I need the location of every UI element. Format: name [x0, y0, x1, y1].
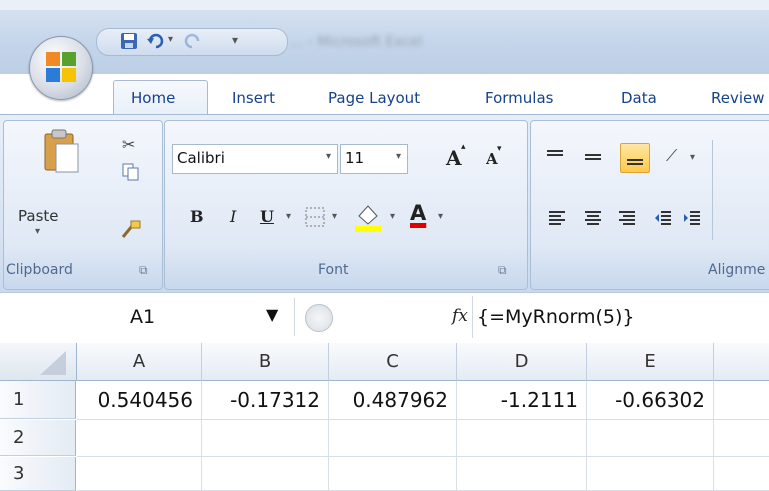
align-bottom-button[interactable]: [620, 143, 650, 173]
window-title: ... - Microsoft Excel: [290, 34, 423, 50]
cell-e3[interactable]: [587, 457, 714, 491]
cell-a3[interactable]: [77, 457, 202, 491]
font-name-dropdown-icon[interactable]: ▾: [326, 151, 331, 162]
underline-dropdown-icon[interactable]: ▾: [286, 211, 291, 222]
name-box-value: A1: [130, 306, 156, 328]
cell-f3[interactable]: [714, 457, 769, 491]
font-name-value: Calibri: [177, 149, 225, 167]
save-icon[interactable]: [120, 32, 138, 50]
undo-icon[interactable]: [146, 32, 166, 50]
font-launcher-icon[interactable]: ⧉: [498, 263, 507, 278]
tab-data[interactable]: Data: [621, 89, 657, 107]
tab-home[interactable]: Home: [131, 89, 175, 107]
font-size-value: 11: [345, 149, 365, 167]
bold-button[interactable]: B: [190, 207, 204, 226]
column-header-c[interactable]: C: [329, 343, 457, 381]
cell-e1[interactable]: -0.66302: [587, 381, 714, 420]
font-group-label: Font: [318, 262, 349, 278]
underline-button[interactable]: U: [260, 207, 274, 226]
decrease-indent-icon[interactable]: [653, 209, 673, 227]
cell-f1[interactable]: [714, 381, 769, 420]
borders-icon[interactable]: [304, 206, 326, 228]
cell-a2[interactable]: [77, 420, 202, 457]
clipboard-launcher-icon[interactable]: ⧉: [139, 263, 148, 278]
tab-page-layout[interactable]: Page Layout: [328, 89, 420, 107]
cell-b1[interactable]: -0.17312: [202, 381, 329, 420]
fill-color-icon[interactable]: [353, 200, 383, 234]
formula-input[interactable]: {=MyRnorm(5)}: [477, 306, 635, 328]
cell-b2[interactable]: [202, 420, 329, 457]
cell-d2[interactable]: [457, 420, 587, 457]
cell-b3[interactable]: [202, 457, 329, 491]
font-size-field[interactable]: 11 ▾: [340, 144, 408, 174]
alignment-group-label: Alignme: [708, 262, 766, 278]
cell-d3[interactable]: [457, 457, 587, 491]
column-header-f[interactable]: [714, 343, 769, 381]
orientation-dropdown-icon[interactable]: ▾: [690, 152, 695, 163]
row-header-2[interactable]: 2: [0, 420, 76, 456]
format-painter-icon[interactable]: [120, 218, 142, 240]
align-bottom-icon: [627, 159, 643, 165]
column-header-a[interactable]: A: [77, 343, 202, 381]
formula-bar-divider: [472, 296, 473, 338]
align-right-icon[interactable]: [617, 209, 637, 227]
font-color-button[interactable]: A: [410, 201, 426, 225]
borders-dropdown-icon[interactable]: ▾: [332, 211, 337, 222]
tab-insert[interactable]: Insert: [232, 89, 275, 107]
name-box-dropdown-icon[interactable]: ▼: [266, 305, 278, 324]
orientation-icon[interactable]: ⟋: [666, 146, 677, 166]
paste-icon[interactable]: [42, 128, 82, 174]
formula-bar-grip[interactable]: [305, 304, 333, 332]
align-center-icon[interactable]: [583, 209, 603, 227]
italic-button[interactable]: I: [230, 207, 236, 226]
insert-function-button[interactable]: fx: [452, 306, 468, 326]
clipboard-group-label: Clipboard: [6, 262, 73, 278]
window-top-strip: [0, 0, 769, 10]
increase-indent-icon[interactable]: [682, 209, 702, 227]
tab-review[interactable]: Review: [711, 89, 765, 107]
font-size-dropdown-icon[interactable]: ▾: [396, 151, 401, 162]
cell-c3[interactable]: [329, 457, 457, 491]
office-logo-icon: [46, 52, 76, 82]
column-header-b[interactable]: B: [202, 343, 329, 381]
font-name-field[interactable]: Calibri ▾: [172, 144, 338, 174]
cut-icon[interactable]: ✂: [122, 135, 135, 154]
column-header-d[interactable]: D: [457, 343, 587, 381]
customize-qat-icon[interactable]: ▾: [232, 33, 238, 47]
grow-font-arrow-icon: ▴: [461, 142, 466, 152]
cell-f2[interactable]: [714, 420, 769, 457]
tab-formulas[interactable]: Formulas: [485, 89, 553, 107]
row-header-1[interactable]: 1: [0, 381, 76, 419]
undo-dropdown-icon[interactable]: ▾: [168, 34, 173, 45]
row-header-3[interactable]: 3: [0, 457, 76, 491]
alignment-separator: [712, 140, 713, 240]
name-box[interactable]: A1 ▼: [2, 298, 295, 336]
shrink-font-button[interactable]: A: [486, 150, 498, 168]
align-top-icon[interactable]: [545, 148, 565, 166]
cell-d1[interactable]: -1.2111: [457, 381, 587, 420]
align-middle-icon[interactable]: [583, 148, 603, 166]
redo-icon[interactable]: [182, 32, 202, 50]
align-left-icon[interactable]: [547, 209, 567, 227]
cell-c1[interactable]: 0.487962: [329, 381, 457, 420]
cell-c2[interactable]: [329, 420, 457, 457]
copy-icon[interactable]: [122, 163, 140, 181]
select-all-triangle-icon: [40, 351, 66, 375]
select-all-corner[interactable]: [0, 343, 77, 381]
grow-font-button[interactable]: A: [446, 146, 462, 170]
fill-color-dropdown-icon[interactable]: ▾: [390, 211, 395, 222]
font-color-dropdown-icon[interactable]: ▾: [438, 211, 443, 222]
paste-dropdown-icon[interactable]: ▾: [35, 226, 40, 237]
column-header-e[interactable]: E: [587, 343, 714, 381]
shrink-font-arrow-icon: ▾: [497, 144, 502, 154]
cell-e2[interactable]: [587, 420, 714, 457]
paste-label[interactable]: Paste: [18, 207, 59, 225]
cell-a1[interactable]: 0.540456: [77, 381, 202, 420]
office-button[interactable]: [29, 36, 93, 100]
